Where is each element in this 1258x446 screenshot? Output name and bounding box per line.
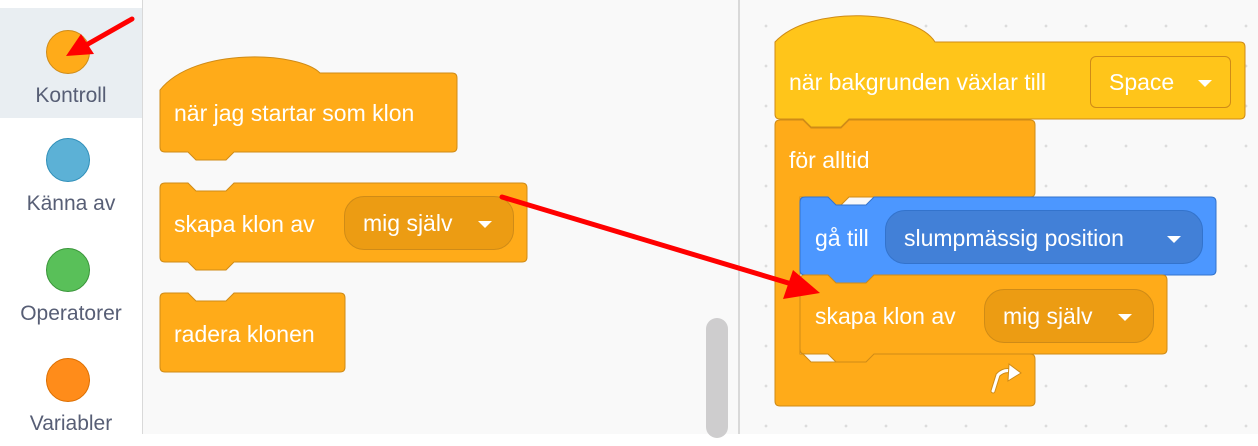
block-label: skapa klon av xyxy=(815,303,956,329)
clone-target-dropdown[interactable]: mig själv xyxy=(984,289,1154,343)
block-label: skapa klon av xyxy=(174,211,315,237)
dropdown-arrow-icon xyxy=(1167,236,1181,243)
dropdown-arrow-icon xyxy=(1198,80,1212,87)
dropdown-value: slumpmässig position xyxy=(904,225,1124,251)
block-label: när jag startar som klon xyxy=(174,100,415,126)
control-category-icon xyxy=(46,30,90,74)
category-operators[interactable]: Operatorer xyxy=(0,226,142,336)
block-label: radera klonen xyxy=(174,321,315,347)
goto-target-dropdown[interactable]: slumpmässig position xyxy=(885,210,1203,264)
block-label: när bakgrunden växlar till xyxy=(789,69,1046,95)
block-label: för alltid xyxy=(789,147,870,173)
category-menu: Kontroll Känna av Operatorer Variabler xyxy=(0,0,143,435)
category-variables[interactable]: Variabler xyxy=(0,336,142,446)
sensing-category-icon xyxy=(46,138,90,182)
dropdown-arrow-icon xyxy=(478,221,492,228)
category-label: Variabler xyxy=(29,412,113,435)
block-label: gå till xyxy=(815,225,869,251)
dropdown-value: Space xyxy=(1109,69,1175,95)
category-label: Kontroll xyxy=(35,84,107,107)
category-label: Känna av xyxy=(26,192,116,215)
backdrop-dropdown[interactable]: Space xyxy=(1090,56,1231,108)
dropdown-value: mig själv xyxy=(363,210,453,236)
clone-target-dropdown[interactable]: mig själv xyxy=(344,196,514,250)
palette-scrollbar[interactable] xyxy=(706,318,728,438)
category-sensing[interactable]: Känna av xyxy=(0,116,142,226)
category-label: Operatorer xyxy=(20,302,122,325)
operators-category-icon xyxy=(46,248,90,292)
category-control[interactable]: Kontroll xyxy=(0,8,142,118)
variables-category-icon xyxy=(46,358,90,402)
dropdown-arrow-icon xyxy=(1118,314,1132,321)
dropdown-value: mig själv xyxy=(1003,303,1093,329)
